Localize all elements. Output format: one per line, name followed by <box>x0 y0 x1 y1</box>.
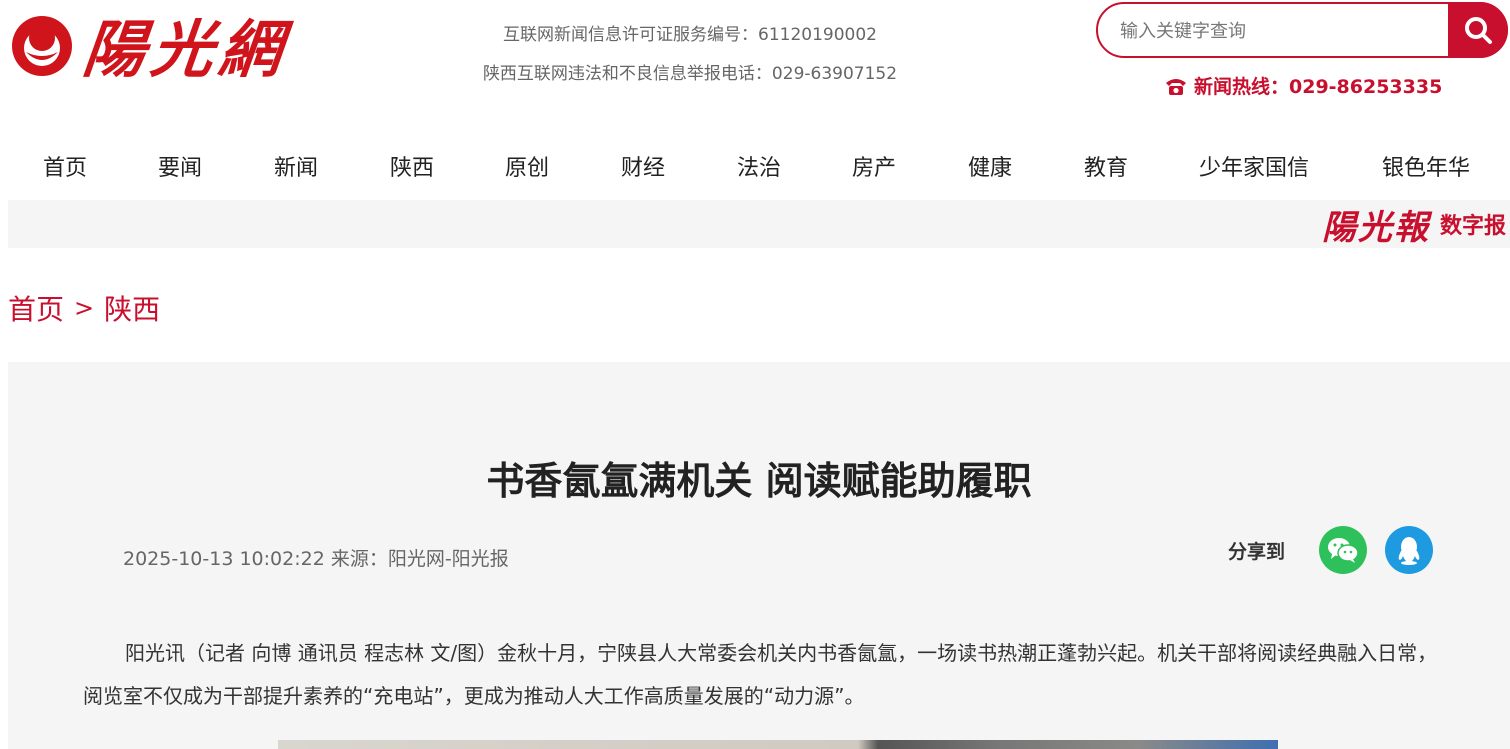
share-wechat-button[interactable] <box>1319 526 1367 574</box>
article-image <box>278 740 1278 749</box>
nav-item-shaanxi[interactable]: 陕西 <box>390 150 434 182</box>
news-hotline: 新闻热线：029-86253335 <box>1164 72 1442 99</box>
nav-item-health[interactable]: 健康 <box>968 150 1012 182</box>
nav-item-law[interactable]: 法治 <box>737 150 781 182</box>
nav-item-youth[interactable]: 少年家国信 <box>1199 150 1309 182</box>
license-info: 互联网新闻信息许可证服务编号：61120190002 陕西互联网违法和不良信息举… <box>440 16 940 94</box>
license-number: 互联网新闻信息许可证服务编号：61120190002 <box>503 25 877 45</box>
article-body: 阳光讯（记者 向博 通讯员 程志林 文/图）金秋十月，宁陕县人大常委会机关内书香… <box>83 632 1443 718</box>
breadcrumb-separator: > <box>74 294 95 322</box>
logo-mark-icon <box>12 16 72 76</box>
nav-item-finance[interactable]: 财经 <box>621 150 665 182</box>
logo-text: 陽光網 <box>79 13 292 86</box>
nav-item-original[interactable]: 原创 <box>505 150 549 182</box>
share-qq-button[interactable] <box>1385 526 1433 574</box>
nav-item-home[interactable]: 首页 <box>43 150 87 182</box>
phone-icon <box>1166 78 1186 95</box>
breadcrumb: 首页 > 陕西 <box>8 288 160 328</box>
hotline-text: 新闻热线：029-86253335 <box>1194 76 1443 98</box>
digital-paper-link[interactable]: 陽光報 数字报 <box>1321 202 1506 248</box>
search-icon <box>1465 17 1492 44</box>
nav-item-education[interactable]: 教育 <box>1084 150 1128 182</box>
article-meta: 2025-10-13 10:02:22 来源：阳光网-阳光报 <box>123 548 509 570</box>
breadcrumb-current[interactable]: 陕西 <box>104 288 160 328</box>
nav-item-news[interactable]: 新闻 <box>274 150 318 182</box>
site-logo[interactable]: 陽光網 <box>6 4 306 86</box>
digital-paper-logo: 陽光報 <box>1321 207 1430 248</box>
nav-item-realestate[interactable]: 房产 <box>852 150 896 182</box>
share-label: 分享到 <box>1228 541 1286 563</box>
search-input[interactable] <box>1120 16 1440 46</box>
article-paragraph: 阳光讯（记者 向博 通讯员 程志林 文/图）金秋十月，宁陕县人大常委会机关内书香… <box>83 641 1438 708</box>
wechat-icon <box>1328 538 1359 563</box>
breadcrumb-home[interactable]: 首页 <box>8 288 64 328</box>
nav-item-headlines[interactable]: 要闻 <box>158 150 202 182</box>
site-header: 陽光網 互联网新闻信息许可证服务编号：61120190002 陕西互联网违法和不… <box>0 0 1510 120</box>
search-button[interactable] <box>1448 2 1508 58</box>
article-title: 书香氤氲满机关 阅读赋能助履职 <box>486 459 1032 503</box>
digital-paper-label: 数字报 <box>1439 214 1506 239</box>
banner-strip <box>8 200 1510 248</box>
report-phone: 陕西互联网违法和不良信息举报电话：029-63907152 <box>482 64 898 84</box>
search-box <box>1096 2 1508 58</box>
main-nav: 首页 要闻 新闻 陕西 原创 财经 法治 房产 健康 教育 少年家国信 银色年华 <box>0 138 1510 194</box>
nav-item-silver-age[interactable]: 银色年华 <box>1382 150 1470 182</box>
article-panel: 书香氤氲满机关 阅读赋能助履职 2025-10-13 10:02:22 来源：阳… <box>8 362 1510 749</box>
qq-icon <box>1398 537 1420 565</box>
